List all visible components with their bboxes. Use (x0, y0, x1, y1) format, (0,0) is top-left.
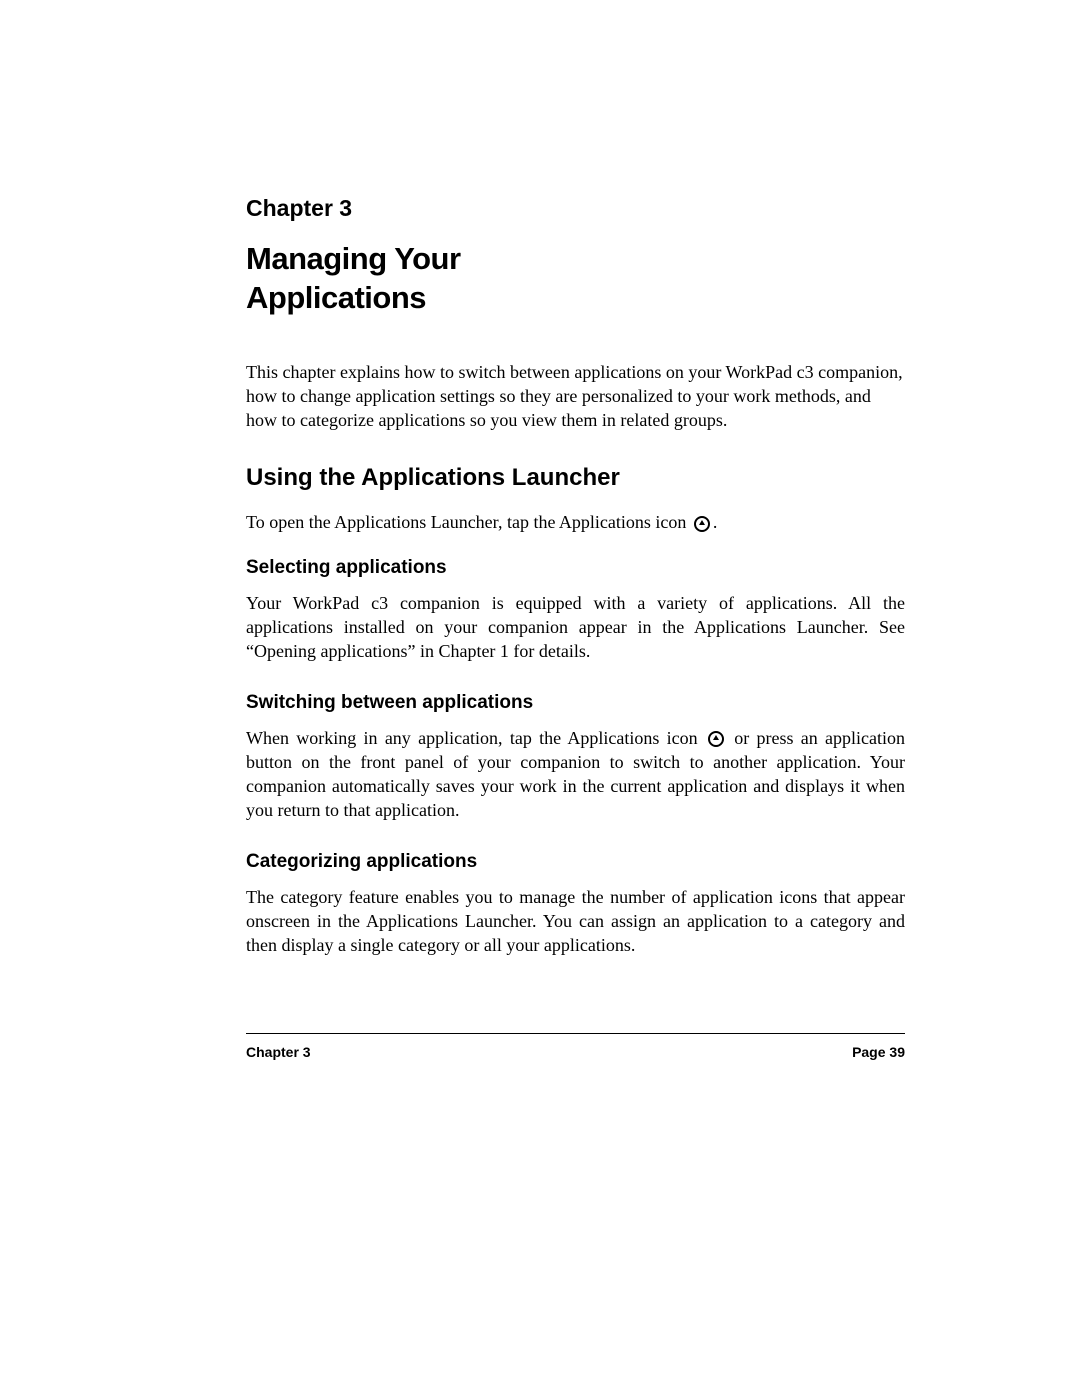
footer-content: Chapter 3 Page 39 (246, 1044, 905, 1060)
chapter-title: Managing Your Applications (246, 240, 905, 318)
page-footer: Chapter 3 Page 39 (246, 1033, 905, 1060)
subsection-heading-switching: Switching between applications (246, 692, 905, 714)
text-after-icon-1: . (713, 512, 718, 532)
subsection-text-selecting: Your WorkPad c3 companion is equipped wi… (246, 591, 905, 664)
footer-chapter: Chapter 3 (246, 1044, 311, 1060)
chapter-label: Chapter 3 (246, 195, 905, 222)
title-line-2: Applications (246, 280, 426, 315)
intro-paragraph: This chapter explains how to switch betw… (246, 360, 905, 433)
subsection-heading-selecting: Selecting applications (246, 557, 905, 579)
footer-divider (246, 1033, 905, 1034)
subsection-heading-categorizing: Categorizing applications (246, 851, 905, 873)
text-before-icon-1: To open the Applications Launcher, tap t… (246, 512, 691, 532)
subsection-text-categorizing: The category feature enables you to mana… (246, 885, 905, 958)
section-heading-launcher: Using the Applications Launcher (246, 464, 905, 492)
applications-icon (708, 731, 724, 747)
applications-icon (694, 516, 710, 532)
page-container: Chapter 3 Managing Your Applications Thi… (0, 0, 1080, 958)
footer-page: Page 39 (852, 1044, 905, 1060)
subsection-text-switching: When working in any application, tap the… (246, 726, 905, 823)
title-line-1: Managing Your (246, 241, 461, 276)
section-text-launcher: To open the Applications Launcher, tap t… (246, 510, 905, 534)
text-before-icon-2: When working in any application, tap the… (246, 728, 705, 748)
